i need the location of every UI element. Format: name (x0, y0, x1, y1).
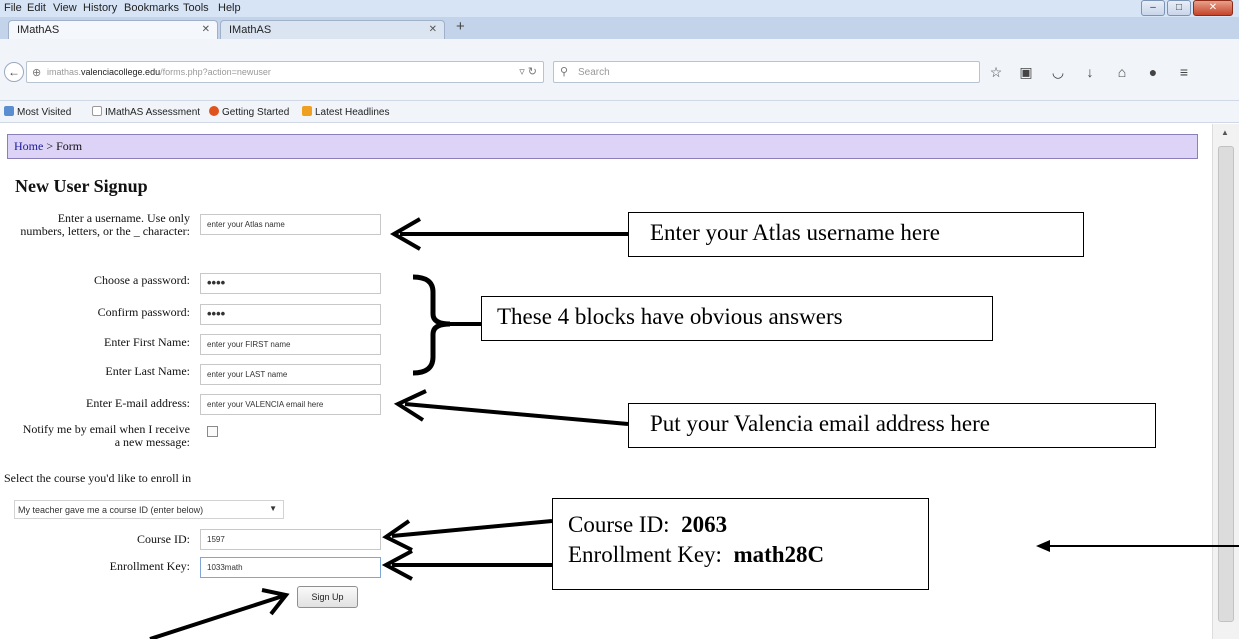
bookmark-label: Latest Headlines (315, 107, 390, 118)
menu-history[interactable]: History (83, 2, 117, 14)
firefox-icon (209, 106, 219, 116)
tab-imathas-1[interactable]: IMathAS ✕ (8, 20, 218, 39)
breadcrumb-separator: > (43, 139, 57, 153)
page-title: New User Signup (15, 176, 148, 196)
email-field[interactable]: enter your VALENCIA email here (200, 394, 381, 415)
breadcrumb-home-link[interactable]: Home (14, 139, 43, 153)
username-label: Enter a username. Use only numbers, lett… (20, 211, 190, 238)
scrollbar-thumb[interactable] (1218, 146, 1234, 622)
confirm-password-label: Confirm password: (97, 305, 190, 319)
password-field[interactable]: •••• (200, 273, 381, 294)
course-info-callout: Course ID: 2063 Enrollment Key: math28C (552, 498, 929, 590)
chat-icon[interactable]: ● (1144, 63, 1162, 81)
notify-checkbox[interactable] (207, 426, 218, 437)
pocket-icon[interactable]: ◡ (1049, 63, 1067, 81)
globe-icon: ⊕ (32, 67, 42, 79)
enrollment-key-label: Enrollment Key: (109, 559, 190, 573)
blocks-callout: These 4 blocks have obvious answers (481, 296, 993, 341)
first-name-field[interactable]: enter your FIRST name (200, 334, 381, 355)
search-icon: ⚲ (560, 66, 569, 78)
last-name-field[interactable]: enter your LAST name (200, 364, 381, 385)
download-icon[interactable]: ↓ (1081, 63, 1099, 81)
reading-list-icon[interactable]: ▣ (1017, 63, 1035, 81)
course-select[interactable]: My teacher gave me a course ID (enter be… (14, 500, 284, 519)
email-callout: Put your Valencia email address here (628, 403, 1156, 448)
username-callout: Enter your Atlas username here (628, 212, 1084, 257)
confirm-password-field[interactable]: •••• (200, 304, 381, 325)
new-tab-icon[interactable]: + (456, 18, 465, 35)
tab-label: IMathAS (229, 24, 272, 36)
course-id-prefix: Course ID: (568, 512, 670, 537)
tab-close-icon[interactable]: ✕ (429, 24, 437, 35)
course-id-label: Course ID: (137, 532, 190, 546)
url-bar[interactable]: ⊕ imathas.valenciacollege.edu/forms.php?… (26, 61, 544, 83)
menu-icon[interactable]: ≡ (1175, 63, 1193, 81)
bookmark-latest-headlines[interactable]: Latest Headlines (302, 106, 390, 118)
menu-view[interactable]: View (53, 2, 77, 14)
url-prefix: imathas. (47, 67, 82, 77)
bookmark-imathas[interactable]: IMathAS Assessment (92, 106, 200, 118)
course-select-value: My teacher gave me a course ID (enter be… (18, 505, 204, 515)
bookmark-label: IMathAS Assessment (105, 107, 201, 118)
vertical-scrollbar[interactable]: ▲ (1212, 124, 1239, 639)
first-name-label: Enter First Name: (104, 335, 190, 349)
menu-edit[interactable]: Edit (27, 2, 46, 14)
course-id-line: Course ID: 2063 (568, 510, 928, 540)
course-id-field[interactable]: 1597 (200, 529, 381, 550)
bookmark-label: Getting Started (222, 107, 290, 118)
rss-icon (302, 106, 312, 116)
username-field[interactable]: enter your Atlas name (200, 214, 381, 235)
bookmark-getting-started[interactable]: Getting Started (209, 106, 289, 118)
enrollment-key-line: Enrollment Key: math28C (568, 540, 928, 570)
chevron-down-icon: ▼ (269, 504, 277, 513)
notify-label: Notify me by email when I receive a new … (22, 422, 190, 449)
tab-label: IMathAS (17, 24, 60, 36)
tab-imathas-2[interactable]: IMathAS ✕ (220, 20, 445, 39)
menu-file[interactable]: File (4, 2, 22, 14)
bookmark-most-visited[interactable]: Most Visited (4, 106, 71, 118)
search-placeholder: Search (578, 67, 610, 78)
maximize-icon[interactable]: □ (1167, 0, 1191, 16)
search-input[interactable]: ⚲ Search (553, 61, 980, 83)
bookmark-label: Most Visited (17, 107, 72, 118)
enrollment-key-field[interactable]: 1033math (200, 557, 381, 578)
enrollment-key-prefix: Enrollment Key: (568, 542, 722, 567)
breadcrumb-current: Form (56, 139, 83, 153)
home-icon[interactable]: ⌂ (1113, 63, 1131, 81)
reload-icon[interactable]: ▿ ↻ (519, 65, 537, 78)
breadcrumb: Home > Form (7, 134, 1198, 159)
course-prompt: Select the course you'd like to enroll i… (4, 471, 192, 485)
bookmarks-toolbar: Most Visited IMathAS Assessment Getting … (0, 101, 1239, 123)
menu-bar: File Edit View History Bookmarks Tools H… (0, 0, 1239, 17)
minimize-icon[interactable]: – (1141, 0, 1165, 16)
last-name-label: Enter Last Name: (105, 364, 190, 378)
page-icon (92, 106, 102, 116)
menu-help[interactable]: Help (218, 2, 241, 14)
sign-up-button[interactable]: Sign Up (297, 586, 358, 608)
nav-toolbar: ← ⊕ imathas.valenciacollege.edu/forms.ph… (0, 39, 1239, 101)
tab-close-icon[interactable]: ✕ (202, 24, 210, 35)
close-icon[interactable]: ✕ (1193, 0, 1233, 16)
window-controls: – □ ✕ (1141, 0, 1233, 18)
menu-tools[interactable]: Tools (183, 2, 209, 14)
bookmark-star-icon[interactable]: ☆ (987, 63, 1005, 81)
course-id-value: 2063 (681, 512, 728, 537)
url-path: /forms.php?action=newuser (160, 67, 271, 77)
tab-strip: IMathAS ✕ IMathAS ✕ + (0, 17, 1239, 39)
url-domain: valenciacollege.edu (81, 67, 161, 77)
back-icon[interactable]: ← (4, 62, 24, 82)
enrollment-key-value: math28C (733, 542, 825, 567)
folder-icon (4, 106, 14, 116)
menu-bookmarks[interactable]: Bookmarks (124, 2, 179, 14)
email-label: Enter E-mail address: (86, 396, 190, 410)
scroll-up-icon[interactable]: ▲ (1221, 128, 1229, 137)
password-label: Choose a password: (94, 273, 190, 287)
